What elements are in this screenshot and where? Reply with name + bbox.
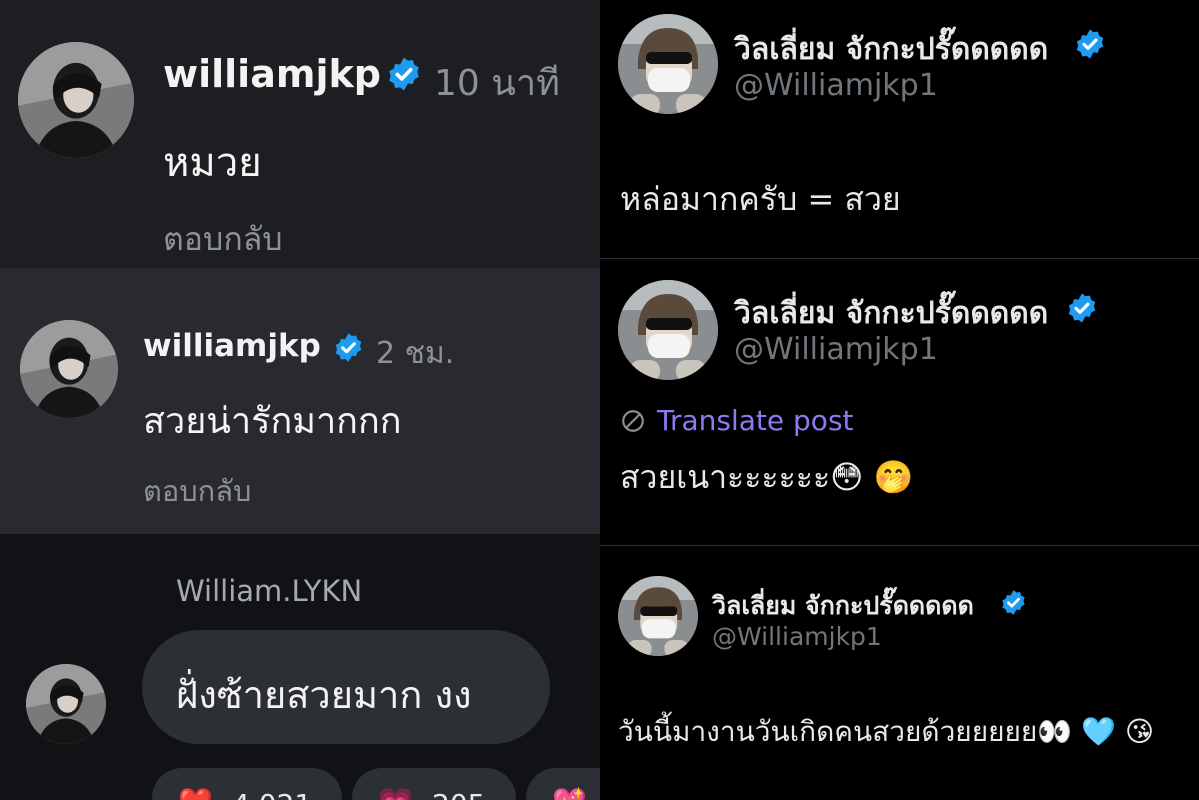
profile-photo-icon[interactable] — [618, 280, 718, 380]
reply-button[interactable]: ตอบกลับ — [163, 214, 283, 265]
verified-badge-icon — [333, 332, 364, 363]
comment-timestamp: 2 ชม. — [376, 336, 455, 371]
post-divider — [600, 545, 1199, 546]
growing-heart-icon: 💗 — [378, 786, 413, 800]
translate-icon — [622, 410, 644, 432]
user-handle[interactable]: @Williamjkp1 — [734, 332, 938, 367]
post-text-row: วันนี้มางานวันเกิดคนสวยด้วยยยยย👀 🩵 😘 — [618, 710, 1199, 754]
instagram-comments-panel: williamjkp 10 นาที หมวย ตอบกลับ williamj… — [0, 0, 600, 800]
chat-message-bubble[interactable]: ฝั่งซ้ายสวยมาก งง — [142, 630, 550, 744]
chat-sender-name: William.LYKN — [176, 574, 363, 608]
heart-icon: ❤️ — [178, 786, 213, 800]
verified-badge-icon — [1000, 589, 1027, 616]
flushed-face-icon: 😳 — [830, 458, 864, 496]
user-handle[interactable]: @Williamjkp1 — [734, 68, 938, 103]
verified-badge-icon — [1066, 292, 1098, 324]
display-name[interactable]: วิลเลี่ยม จักกะปรั๊ดดดดด — [734, 290, 1048, 337]
comment-text: หมวย — [163, 140, 262, 186]
reaction-chip[interactable]: ❤️ 4,021 — [152, 768, 342, 800]
post-text: สวยเนาะะะะะะ — [620, 458, 831, 496]
user-handle[interactable]: @Williamjkp1 — [712, 622, 882, 651]
profile-photo-icon[interactable] — [618, 576, 698, 656]
comment-text: สวยน่ารักมากกก — [143, 401, 402, 442]
sparkling-heart-icon: 💖 — [552, 786, 587, 800]
post-text: วันนี้มางานวันเกิดคนสวยด้วยยยยย — [618, 715, 1038, 748]
reaction-chip[interactable]: 💗 205 — [352, 768, 516, 800]
username[interactable]: williamjkp — [163, 52, 381, 96]
face-blowing-kiss-icon: 😘 — [1124, 715, 1155, 748]
profile-photo-icon[interactable] — [26, 664, 106, 744]
profile-photo-icon[interactable] — [20, 320, 118, 418]
username[interactable]: williamjkp — [143, 328, 321, 364]
post-text-row: สวยเนาะะะะะะ😳 🤭 — [620, 452, 914, 503]
light-blue-heart-icon: 🩵 — [1081, 715, 1116, 748]
profile-photo-icon[interactable] — [618, 14, 718, 114]
hand-over-mouth-face-icon: 🤭 — [873, 458, 914, 496]
profile-photo-icon[interactable] — [18, 42, 134, 158]
display-name[interactable]: วิลเลี่ยม จักกะปรั๊ดดดดด — [712, 586, 974, 626]
verified-badge-icon — [1074, 28, 1106, 60]
reply-button[interactable]: ตอบกลับ — [143, 468, 251, 514]
comment-item: williamjkp 10 นาที หมวย ตอบกลับ — [0, 0, 600, 268]
x-posts-panel: วิลเลี่ยม จักกะปรั๊ดดดดด @Williamjkp1 หล… — [600, 0, 1199, 800]
display-name[interactable]: วิลเลี่ยม จักกะปรั๊ดดดดด — [734, 26, 1048, 73]
chat-message-text: ฝั่งซ้ายสวยมาก งง — [176, 673, 472, 717]
comment-item: williamjkp 2 ชม. สวยน่ารักมากกก ตอบกลับ — [0, 268, 600, 534]
eyes-icon: 👀 — [1037, 715, 1073, 748]
comment-timestamp: 10 นาที — [434, 63, 560, 104]
post-text: หล่อมากครับ = สวย — [620, 180, 901, 218]
reaction-count: 4,021 — [232, 788, 312, 800]
post-divider — [600, 258, 1199, 259]
verified-badge-icon — [386, 56, 422, 92]
reaction-count: 205 — [432, 788, 485, 800]
translate-post-label: Translate post — [657, 404, 854, 437]
